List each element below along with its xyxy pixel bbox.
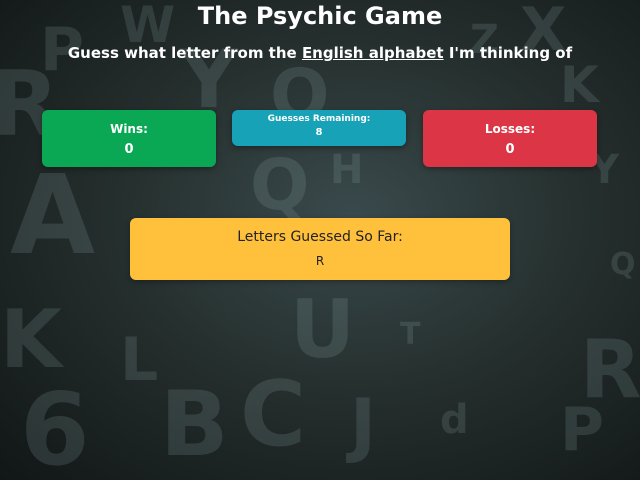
bg-glyph: Q xyxy=(610,247,636,282)
bg-glyph: L xyxy=(120,325,159,395)
wins-card: Wins: 0 xyxy=(42,110,216,167)
page-title: The Psychic Game xyxy=(197,2,443,30)
letters-guessed-label: Letters Guessed So Far: xyxy=(237,229,403,245)
losses-value: 0 xyxy=(505,142,515,157)
bg-glyph: K xyxy=(560,56,599,114)
guesses-remaining-value: 8 xyxy=(315,127,323,138)
page-subtitle: Guess what letter from the English alpha… xyxy=(0,44,640,62)
bg-glyph: 6 xyxy=(20,371,90,480)
subtitle-suffix: I'm thinking of xyxy=(443,44,573,62)
bg-glyph: A xyxy=(10,151,96,279)
wins-value: 0 xyxy=(124,142,134,157)
losses-card: Losses: 0 xyxy=(423,110,597,167)
bg-glyph: B xyxy=(160,372,229,477)
bg-glyph: C xyxy=(240,362,307,467)
wins-label: Wins: xyxy=(110,122,148,136)
bg-glyph: d xyxy=(440,397,469,443)
bg-glyph: T xyxy=(400,317,421,352)
bg-glyph: H xyxy=(330,147,364,193)
losses-label: Losses: xyxy=(484,122,536,136)
guesses-remaining-label: Guesses Remaining: xyxy=(267,114,371,124)
letters-guessed-value: R xyxy=(315,254,325,268)
bg-glyph: P xyxy=(560,395,604,465)
bg-glyph: K xyxy=(0,293,62,386)
bg-glyph: Q xyxy=(250,144,310,226)
guesses-remaining-card: Guesses Remaining: 8 xyxy=(232,110,406,146)
subtitle-prefix: Guess what letter from the xyxy=(67,44,302,62)
english-alphabet-link[interactable]: English alphabet xyxy=(302,44,444,62)
bg-glyph: R xyxy=(580,323,640,416)
bg-glyph: J xyxy=(350,384,377,466)
letters-guessed-card: Letters Guessed So Far: R xyxy=(130,218,510,280)
bg-glyph: U xyxy=(290,283,355,376)
